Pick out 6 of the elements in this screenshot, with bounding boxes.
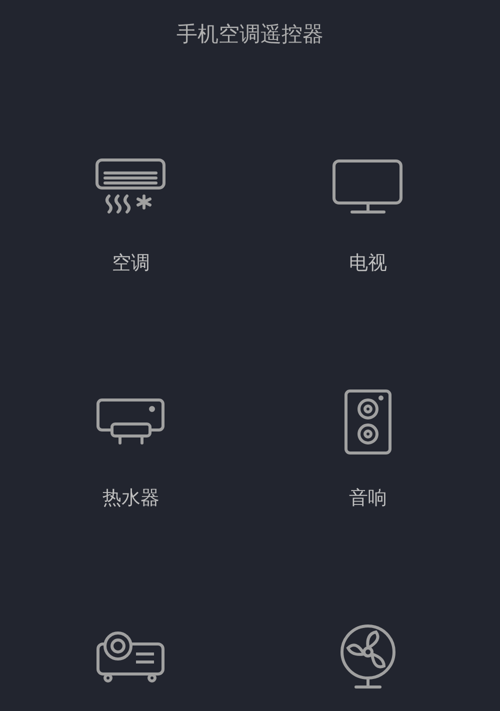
- speaker-icon[interactable]: [344, 387, 392, 457]
- device-label: 空调: [112, 251, 150, 276]
- device-label: 音响: [349, 486, 387, 511]
- device-label: 热水器: [102, 486, 160, 511]
- app-title: 手机空调遥控器: [176, 21, 324, 48]
- device-label: 电视: [349, 251, 387, 276]
